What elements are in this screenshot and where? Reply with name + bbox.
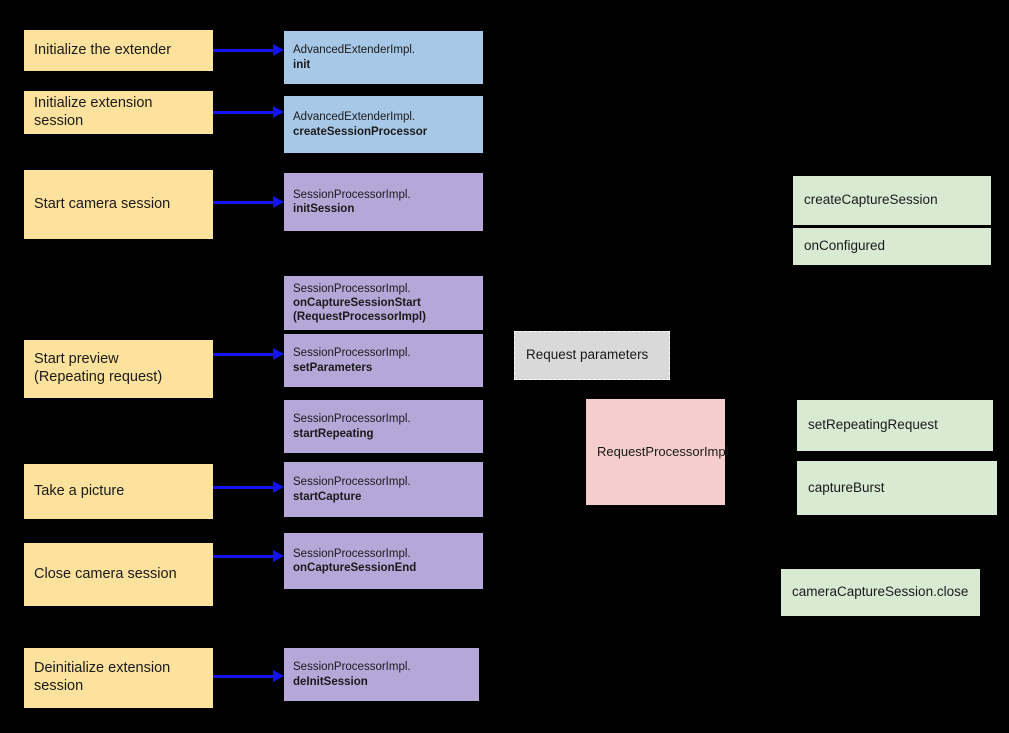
camera-box-camera-capture-session-close[interactable]: cameraCaptureSession.close bbox=[781, 569, 980, 616]
api-owner: SessionProcessorImpl. bbox=[293, 282, 411, 295]
api-box-session-processor-deinit-session[interactable]: SessionProcessorImpl. deInitSession bbox=[284, 648, 479, 701]
api-box-session-processor-init-session[interactable]: SessionProcessorImpl. initSession bbox=[284, 173, 483, 231]
camera-call-label: cameraCaptureSession.close bbox=[792, 584, 969, 600]
action-box-take-a-picture[interactable]: Take a picture bbox=[24, 464, 213, 519]
api-owner: AdvancedExtenderImpl. bbox=[293, 44, 416, 57]
action-box-start-preview[interactable]: Start preview (Repeating request) bbox=[24, 340, 213, 398]
action-label: Take a picture bbox=[34, 482, 125, 499]
api-method: startRepeating bbox=[293, 427, 374, 440]
api-owner: SessionProcessorImpl. bbox=[293, 661, 411, 674]
api-method: deInitSession bbox=[293, 675, 368, 688]
arrow-shaft bbox=[213, 554, 273, 558]
arrow-head bbox=[273, 348, 284, 360]
arrow-shaft bbox=[213, 110, 273, 114]
artifact-box-request-parameters[interactable]: Request parameters bbox=[514, 331, 670, 380]
arrow-shaft bbox=[213, 352, 273, 356]
arrow-init-extension-session bbox=[213, 106, 284, 118]
api-box-session-processor-on-capture-session-end[interactable]: SessionProcessorImpl. onCaptureSessionEn… bbox=[284, 533, 483, 589]
api-box-advanced-extender-create-session-processor[interactable]: AdvancedExtenderImpl. createSessionProce… bbox=[284, 96, 483, 153]
action-label: Start preview (Repeating request) bbox=[34, 351, 163, 385]
arrow-head bbox=[273, 481, 284, 493]
action-box-close-camera-session[interactable]: Close camera session bbox=[24, 543, 213, 606]
artifact-box-request-processor-impl[interactable]: RequestProcessorImpl bbox=[586, 399, 729, 505]
arrow-init-extender bbox=[213, 44, 284, 56]
camera-box-capture-burst[interactable]: captureBurst bbox=[797, 461, 997, 515]
api-owner: SessionProcessorImpl. bbox=[293, 347, 411, 360]
action-box-deinit-extension-session[interactable]: Deinitialize extension session bbox=[24, 648, 213, 708]
arrow-head bbox=[273, 550, 284, 562]
api-method: onCaptureSessionStart (RequestProcessorI… bbox=[293, 296, 426, 323]
api-method: onCaptureSessionEnd bbox=[293, 562, 417, 574]
arrow-take-a-picture bbox=[213, 481, 284, 493]
action-box-init-extender[interactable]: Initialize the extender bbox=[24, 30, 213, 71]
api-method: setParameters bbox=[293, 361, 373, 374]
api-method: init bbox=[293, 58, 311, 71]
diagram-canvas: Initialize the extender Initialize exten… bbox=[0, 0, 1009, 733]
api-box-session-processor-start-repeating[interactable]: SessionProcessorImpl. startRepeating bbox=[284, 400, 483, 453]
arrow-close-camera-session bbox=[213, 550, 284, 562]
camera-call-label: onConfigured bbox=[804, 238, 886, 254]
arrow-start-camera-session bbox=[213, 196, 284, 208]
api-box-session-processor-start-capture[interactable]: SessionProcessorImpl. startCapture bbox=[284, 462, 483, 517]
api-owner: SessionProcessorImpl. bbox=[293, 547, 411, 560]
arrow-shaft bbox=[213, 48, 273, 52]
action-box-start-camera-session[interactable]: Start camera session bbox=[24, 170, 213, 239]
arrow-head bbox=[273, 106, 284, 118]
api-box-session-processor-set-parameters[interactable]: SessionProcessorImpl. setParameters bbox=[284, 334, 483, 387]
artifact-label: Request parameters bbox=[526, 347, 649, 363]
action-box-init-extension-session[interactable]: Initialize extension session bbox=[24, 91, 213, 134]
arrow-head bbox=[273, 44, 284, 56]
arrow-shaft bbox=[213, 200, 273, 204]
action-label: Initialize the extender bbox=[34, 41, 172, 58]
arrow-start-preview bbox=[213, 348, 284, 360]
arrow-head bbox=[273, 196, 284, 208]
api-owner: SessionProcessorImpl. bbox=[293, 476, 411, 489]
api-box-session-processor-on-capture-session-start[interactable]: SessionProcessorImpl. onCaptureSessionSt… bbox=[284, 276, 483, 330]
camera-call-label: setRepeatingRequest bbox=[808, 417, 938, 433]
camera-box-create-capture-session[interactable]: createCaptureSession bbox=[793, 176, 991, 225]
arrow-head bbox=[273, 670, 284, 682]
action-label: Deinitialize extension session bbox=[34, 660, 171, 694]
action-label: Initialize extension session bbox=[34, 94, 153, 129]
camera-call-label: createCaptureSession bbox=[804, 192, 938, 208]
api-method: initSession bbox=[293, 203, 355, 215]
camera-call-label: captureBurst bbox=[808, 479, 885, 495]
arrow-deinit-extension-session bbox=[213, 670, 284, 682]
api-owner: AdvancedExtenderImpl. bbox=[293, 111, 416, 124]
action-label: Close camera session bbox=[34, 565, 177, 582]
api-method: startCapture bbox=[293, 490, 362, 503]
camera-box-on-configured[interactable]: onConfigured bbox=[793, 228, 991, 265]
arrow-shaft bbox=[213, 674, 273, 678]
api-method: createSessionProcessor bbox=[293, 125, 428, 138]
artifact-label: RequestProcessorImpl bbox=[597, 444, 729, 460]
api-owner: SessionProcessorImpl. bbox=[293, 188, 411, 201]
action-label: Start camera session bbox=[34, 195, 171, 212]
arrow-shaft bbox=[213, 485, 273, 489]
api-owner: SessionProcessorImpl. bbox=[293, 413, 411, 426]
camera-box-set-repeating-request[interactable]: setRepeatingRequest bbox=[797, 400, 993, 451]
api-box-advanced-extender-init[interactable]: AdvancedExtenderImpl. init bbox=[284, 31, 483, 84]
